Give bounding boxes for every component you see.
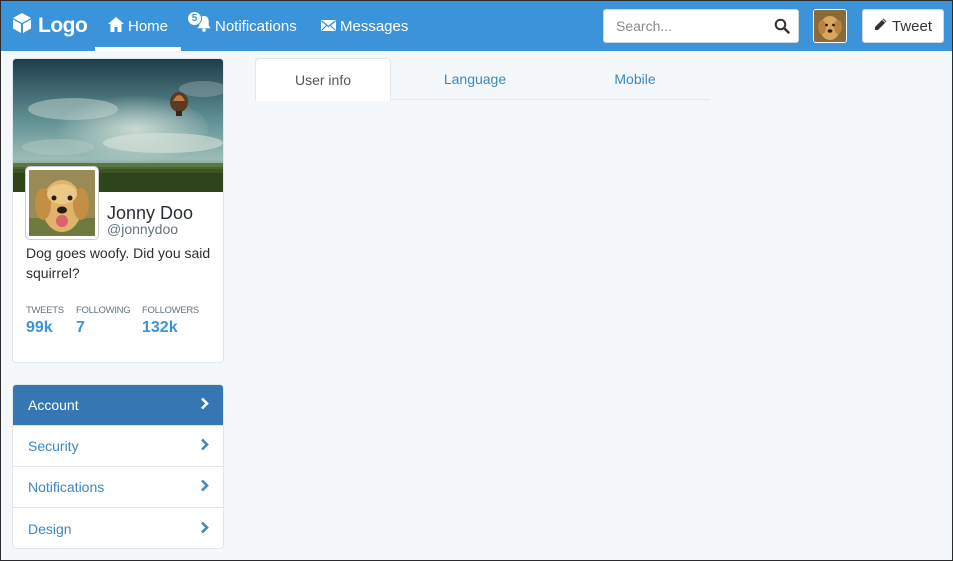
chevron-right-icon (200, 521, 209, 537)
menu-item-label: Security (28, 438, 79, 454)
profile-avatar[interactable] (26, 167, 98, 239)
logo-text: Logo (38, 14, 88, 37)
tab-label: User info (294, 71, 352, 88)
tab-label: Mobile (614, 71, 656, 87)
profile-card: Jonny Doo @jonnydoo Dog goes woofy. Did … (12, 58, 224, 363)
stat-following[interactable]: FOLLOWING 7 (76, 305, 131, 337)
stat-value: 132k (142, 319, 178, 336)
stat-followers[interactable]: FOLLOWERS 132k (142, 305, 199, 337)
tweet-button-label: Tweet (891, 17, 933, 35)
menu-item-label: Design (28, 520, 72, 537)
tab-label: Language (443, 71, 507, 87)
nav-messages[interactable]: Messages (321, 1, 408, 51)
chevron-right-icon (200, 438, 209, 454)
nav-messages-label: Messages (340, 17, 409, 35)
stat-label: TWEETS (26, 305, 64, 316)
search-input[interactable] (604, 10, 769, 42)
profile-bio: Dog goes woofy. Did you said squirrel? (26, 245, 211, 281)
settings-tabs: User info Language Mobile (255, 58, 710, 101)
menu-item-design[interactable]: Design (13, 508, 223, 548)
stat-value: 99k (26, 319, 53, 336)
tab-language[interactable]: Language (407, 58, 543, 100)
search-icon[interactable] (774, 18, 790, 39)
home-icon (107, 16, 124, 36)
menu-item-notifications[interactable]: Notifications (13, 467, 223, 508)
chevron-right-icon (200, 479, 209, 495)
menu-item-account[interactable]: Account (13, 385, 223, 426)
top-navbar: Logo Home 5 Notifications Messages Searc… (1, 1, 952, 51)
stat-label: FOLLOWERS (142, 305, 199, 316)
tab-user-info[interactable]: User info (255, 58, 391, 101)
tweet-button[interactable]: Tweet (862, 9, 944, 43)
nav-notifications-label: Notifications (215, 17, 297, 35)
logo[interactable]: Logo (11, 12, 88, 40)
user-avatar[interactable] (813, 9, 847, 43)
nav-notifications[interactable]: 5 Notifications (187, 1, 297, 51)
chevron-right-icon (200, 397, 209, 413)
search-box (603, 9, 799, 43)
menu-item-security[interactable]: Security (13, 426, 223, 467)
cube-icon (11, 12, 33, 40)
nav-home-label: Home (127, 17, 168, 35)
stat-label: FOLLOWING (76, 305, 131, 316)
pencil-icon (874, 18, 887, 35)
stat-tweets[interactable]: TWEETS 99k (26, 305, 64, 337)
tab-mobile[interactable]: Mobile (567, 58, 703, 100)
settings-menu: Account Security Notifications Design (12, 384, 224, 549)
stat-value: 7 (76, 319, 85, 336)
menu-item-label: Account (28, 397, 79, 413)
nav-home[interactable]: Home (95, 1, 181, 51)
envelope-icon (321, 18, 336, 35)
profile-handle[interactable]: @jonnydoo (107, 221, 178, 237)
notifications-badge: 5 (187, 11, 202, 26)
menu-item-label: Notifications (28, 479, 105, 495)
